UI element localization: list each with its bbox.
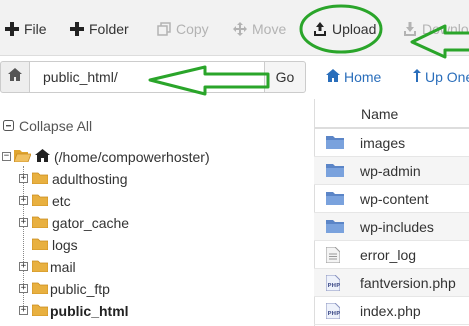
up-one-label: Up One [425, 69, 469, 85]
tree-item-label: gator_cache [52, 215, 130, 231]
expand-toggle[interactable]: + [19, 284, 28, 293]
php-file-icon: PHP [325, 302, 341, 322]
file-name: wp-admin [360, 163, 421, 179]
download-label: Download [422, 21, 469, 37]
copy-icon [157, 22, 171, 36]
home-icon [35, 149, 50, 165]
move-arrows-icon [233, 22, 247, 36]
expand-toggle[interactable]: + [19, 218, 28, 227]
tree-root[interactable]: (/home/compowerhoster) [13, 147, 210, 167]
upload-button[interactable]: Upload [313, 19, 376, 39]
plus-icon [70, 22, 84, 36]
go-button[interactable]: Go [264, 61, 306, 93]
folder-icon [31, 281, 49, 297]
copy-label: Copy [176, 21, 209, 37]
tree-item-label: logs [52, 237, 78, 253]
file-name: error_log [360, 247, 417, 263]
expand-toggle[interactable]: + [19, 174, 28, 183]
file-name: wp-content [360, 191, 429, 207]
home-directory-button[interactable] [0, 61, 30, 93]
file-row-images[interactable]: images [314, 129, 469, 157]
new-folder-label: Folder [89, 21, 129, 37]
minus-square-icon [3, 118, 14, 134]
folder-icon [31, 171, 49, 187]
name-column-header[interactable]: Name [315, 99, 469, 129]
collapse-toggle[interactable]: − [2, 152, 11, 161]
tree-item-label: mail [50, 259, 76, 275]
tree-item-public-ftp[interactable]: public_ftp [31, 279, 110, 299]
up-one-level-link[interactable]: Up One [413, 69, 469, 85]
level-up-icon [413, 69, 421, 85]
file-row-wp-admin[interactable]: wp-admin [314, 157, 469, 185]
collapse-all-label: Collapse All [19, 118, 93, 134]
file-row-wp-includes[interactable]: wp-includes [314, 213, 469, 241]
tree-item-etc[interactable]: etc [31, 191, 71, 211]
path-input[interactable]: public_html/ [30, 61, 265, 93]
file-name: fantversion.php [360, 275, 456, 291]
tree-item-adulthosting[interactable]: adulthosting [31, 169, 128, 189]
plus-icon [5, 22, 19, 36]
download-icon [403, 22, 417, 36]
expand-toggle[interactable]: + [19, 262, 28, 271]
open-folder-icon [31, 303, 49, 319]
svg-text:PHP: PHP [328, 311, 341, 317]
tree-item-label: public_html [50, 303, 129, 319]
folder-icon [31, 259, 49, 275]
open-folder-icon [13, 149, 32, 165]
svg-text:PHP: PHP [328, 283, 341, 289]
file-name: images [360, 135, 406, 151]
collapse-all-link[interactable]: Collapse All [3, 118, 92, 134]
folder-icon [326, 135, 344, 152]
expand-toggle[interactable]: + [19, 306, 28, 315]
folder-icon [326, 163, 344, 180]
folder-icon [326, 191, 344, 208]
home-icon [326, 69, 340, 85]
tree-item-label: etc [52, 193, 71, 209]
upload-icon [313, 22, 327, 36]
folder-icon [326, 219, 344, 236]
folder-icon [31, 193, 49, 209]
home-link-label: Home [344, 69, 382, 85]
move-button[interactable]: Move [233, 19, 286, 39]
file-manager-window: File Folder Copy Move Upload Downlo publ… [0, 0, 469, 326]
new-folder-button[interactable]: Folder [70, 19, 129, 39]
tree-item-mail[interactable]: mail [31, 257, 76, 277]
tree-root-label: (/home/compowerhoster) [54, 149, 210, 165]
text-file-icon [325, 246, 341, 266]
download-button[interactable]: Download [403, 19, 469, 39]
tree-item-public-html[interactable]: public_html [31, 301, 129, 321]
file-name: wp-includes [360, 219, 434, 235]
tree-item-gator-cache[interactable]: gator_cache [31, 213, 130, 233]
home-link[interactable]: Home [326, 69, 381, 85]
php-file-icon: PHP [325, 274, 341, 294]
move-label: Move [252, 21, 287, 37]
new-file-button[interactable]: File [5, 19, 47, 39]
new-file-label: File [24, 21, 47, 37]
folder-icon [31, 237, 49, 253]
folder-icon [31, 215, 49, 231]
copy-button[interactable]: Copy [157, 19, 209, 39]
tree-item-label: adulthosting [52, 171, 128, 187]
name-column-label: Name [361, 106, 399, 122]
tree-item-logs[interactable]: logs [31, 235, 78, 255]
home-icon [8, 68, 22, 86]
file-row-index-php[interactable]: PHP index.php [314, 297, 469, 325]
file-name: index.php [360, 303, 421, 319]
file-row-error-log[interactable]: error_log [314, 241, 469, 269]
toolbar: File Folder Copy Move Upload Downlo [0, 0, 469, 56]
tree-item-label: public_ftp [50, 281, 110, 297]
expand-toggle[interactable]: + [19, 196, 28, 205]
file-row-fantversion-php[interactable]: PHP fantversion.php [314, 269, 469, 297]
upload-label: Upload [332, 21, 377, 37]
file-row-wp-content[interactable]: wp-content [314, 185, 469, 213]
